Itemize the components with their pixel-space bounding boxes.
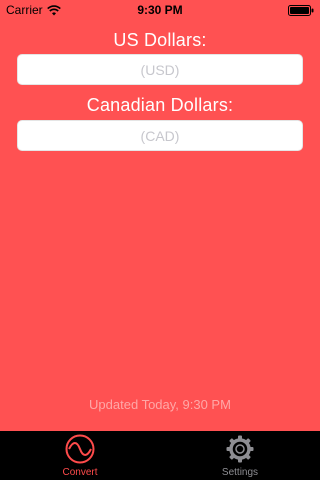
cad-input[interactable] <box>17 120 303 151</box>
tab-convert-label: Convert <box>62 467 98 478</box>
battery-icon <box>288 5 314 16</box>
tab-convert[interactable]: Convert <box>0 431 160 480</box>
last-updated-text: Updated Today, 9:30 PM <box>89 397 231 412</box>
gear-icon <box>226 435 254 463</box>
convert-wave-icon <box>65 434 95 464</box>
usd-label: US Dollars: <box>113 30 207 50</box>
tab-settings[interactable]: Settings <box>160 431 320 480</box>
status-time: 9:30 PM <box>137 3 183 17</box>
usd-input[interactable] <box>17 54 303 85</box>
tab-bar: Convert Settings <box>0 431 320 480</box>
cad-label: Canadian Dollars: <box>86 95 234 115</box>
status-bar: Carrier 9:30 PM <box>0 0 320 20</box>
tab-settings-label: Settings <box>221 467 259 478</box>
